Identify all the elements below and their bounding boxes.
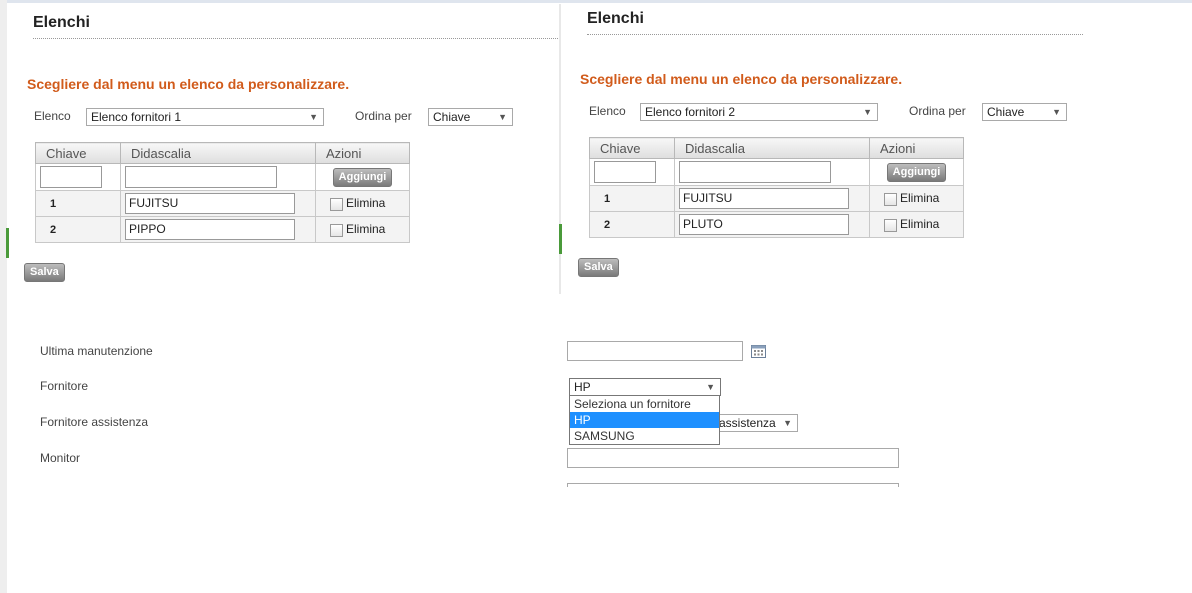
table-row: 1 FUJITSU Elimina (589, 185, 964, 212)
table-row: 2 PLUTO Elimina (589, 211, 964, 238)
row-key: 1 (589, 185, 675, 212)
row-caption-input[interactable]: FUJITSU (125, 193, 295, 214)
elenco-select[interactable]: Elenco fornitori 1 ▼ (86, 108, 324, 126)
ordina-select[interactable]: Chiave ▼ (428, 108, 513, 126)
column-header-didascalia: Didascalia (674, 137, 870, 159)
new-row: Aggiungi (35, 163, 410, 191)
calendar-icon[interactable] (751, 344, 767, 359)
table-header-row: Chiave Didascalia Azioni (35, 142, 410, 164)
delete-label: Elimina (346, 196, 386, 211)
ultima-manutenzione-label: Ultima manutenzione (40, 344, 153, 358)
row-caption-input[interactable]: PLUTO (679, 214, 849, 235)
delete-checkbox[interactable] (884, 218, 897, 232)
dropdown-option[interactable]: Seleziona un fornitore (570, 396, 719, 412)
dropdown-option-selected[interactable]: HP (570, 412, 719, 428)
row-caption-input[interactable]: PIPPO (125, 219, 295, 240)
elenco-select-value: Elenco fornitori 2 (645, 105, 736, 119)
elenco-select[interactable]: Elenco fornitori 2 ▼ (640, 103, 878, 121)
instruction-message: Scegliere dal menu un elenco da personal… (580, 71, 903, 87)
new-key-input[interactable] (594, 161, 656, 183)
delete-label: Elimina (900, 191, 940, 206)
elenco-label: Elenco (589, 104, 626, 118)
ordina-select-value: Chiave (433, 110, 471, 124)
marker-bar (559, 224, 562, 254)
delete-checkbox[interactable] (330, 197, 343, 211)
monitor-input[interactable] (567, 448, 899, 468)
fornitore-assistenza-label: Fornitore assistenza (40, 415, 149, 429)
fornitore-select[interactable]: HP ▼ (569, 378, 721, 396)
new-caption-input[interactable] (125, 166, 277, 188)
next-field-input[interactable] (567, 483, 899, 487)
row-caption-input[interactable]: FUJITSU (679, 188, 849, 209)
new-key-input[interactable] (40, 166, 102, 188)
ordina-select-value: Chiave (987, 105, 1025, 119)
table-header-row: Chiave Didascalia Azioni (589, 137, 964, 159)
fornitore-dropdown-list: Seleziona un fornitore HP SAMSUNG (569, 395, 720, 445)
column-header-azioni: Azioni (315, 142, 410, 164)
elenco-select-value: Elenco fornitori 1 (91, 110, 182, 124)
chevron-down-icon: ▼ (863, 107, 872, 117)
top-border (0, 0, 1192, 3)
fornitore-assistenza-value: assistenza (719, 416, 776, 430)
fornitore-label: Fornitore (40, 379, 89, 393)
fornitore-select-value: HP (574, 380, 591, 394)
row-key: 1 (35, 190, 121, 217)
chevron-down-icon: ▼ (1052, 107, 1061, 117)
page-title: Elenchi (587, 10, 1083, 35)
instruction-message: Scegliere dal menu un elenco da personal… (27, 76, 350, 92)
marker-bar (6, 228, 9, 258)
chevron-down-icon: ▼ (309, 112, 318, 122)
add-button[interactable]: Aggiungi (332, 167, 393, 187)
fornitore-assistenza-select[interactable]: assistenza ▼ (715, 414, 798, 432)
table-row: 1 FUJITSU Elimina (35, 190, 410, 217)
ordina-select[interactable]: Chiave ▼ (982, 103, 1067, 121)
elenco-label: Elenco (34, 109, 71, 123)
delete-checkbox[interactable] (884, 192, 897, 206)
chevron-down-icon: ▼ (706, 382, 715, 392)
delete-label: Elimina (900, 217, 940, 232)
elenco-table: Chiave Didascalia Azioni Aggiungi 1 FUJI… (35, 142, 410, 243)
column-header-chiave: Chiave (35, 142, 121, 164)
delete-label: Elimina (346, 222, 386, 237)
column-header-azioni: Azioni (869, 137, 964, 159)
add-button[interactable]: Aggiungi (886, 162, 947, 182)
new-row: Aggiungi (589, 158, 964, 186)
row-key: 2 (589, 211, 675, 238)
ordina-label: Ordina per (909, 104, 966, 118)
chevron-down-icon: ▼ (783, 418, 792, 428)
page-title: Elenchi (33, 14, 558, 39)
chevron-down-icon: ▼ (498, 112, 507, 122)
ultima-manutenzione-input[interactable] (567, 341, 743, 361)
monitor-label: Monitor (40, 451, 81, 465)
column-header-didascalia: Didascalia (120, 142, 316, 164)
elenco-table: Chiave Didascalia Azioni Aggiungi 1 FUJI… (589, 137, 964, 238)
row-key: 2 (35, 216, 121, 243)
save-button[interactable]: Salva (578, 258, 619, 277)
ordina-label: Ordina per (355, 109, 412, 123)
table-row: 2 PIPPO Elimina (35, 216, 410, 243)
left-gutter (0, 0, 7, 593)
new-caption-input[interactable] (679, 161, 831, 183)
save-button[interactable]: Salva (24, 263, 65, 282)
column-header-chiave: Chiave (589, 137, 675, 159)
delete-checkbox[interactable] (330, 223, 343, 237)
dropdown-option[interactable]: SAMSUNG (570, 428, 719, 444)
